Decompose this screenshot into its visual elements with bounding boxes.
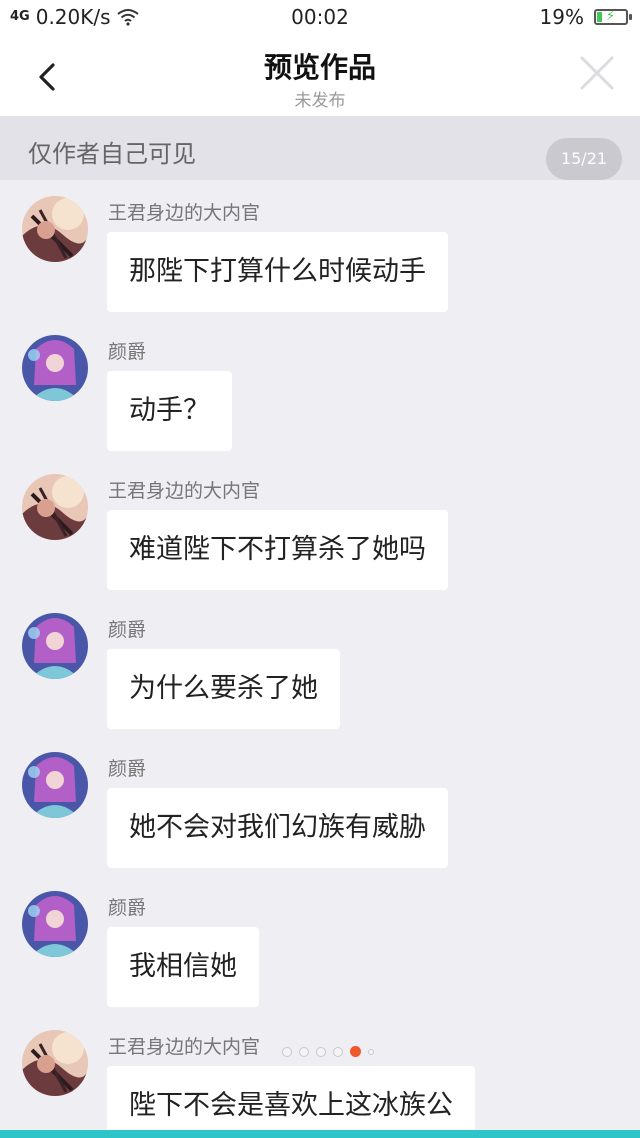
charging-icon: ⚡	[606, 9, 616, 24]
chat-message: 王君身边的大内官陛下不会是喜欢上这冰族公	[0, 1014, 640, 1138]
sender-name: 王君身边的大内官	[108, 202, 261, 224]
chat-message: 王君身边的大内官那陛下打算什么时候动手	[0, 180, 640, 319]
status-bar: 4G 0.20K/s 00:02 19% ⚡	[0, 0, 640, 34]
page-dot	[350, 1046, 361, 1057]
avatar[interactable]	[22, 196, 88, 262]
avatar[interactable]	[22, 891, 88, 957]
sender-name: 颜爵	[108, 897, 147, 919]
status-right: 19% ⚡	[539, 5, 632, 29]
close-button[interactable]	[576, 52, 618, 94]
page-dot	[316, 1046, 326, 1057]
message-bubble[interactable]: 陛下不会是喜欢上这冰族公	[107, 1066, 475, 1138]
chat-list[interactable]: 王君身边的大内官 那陛下打算什么时候动手 颜爵 动手？ 王君身边的大内官 难道陛下不打算杀…	[0, 180, 640, 1138]
page-dot	[282, 1046, 292, 1057]
visibility-notice: 仅作者自己可见 15/21	[0, 116, 640, 180]
sender-name: 王君身边的大内官	[108, 1036, 261, 1058]
message-bubble[interactable]: 那陛下打算什么时候动手	[107, 232, 448, 312]
page-dot	[333, 1046, 343, 1057]
avatar[interactable]	[22, 335, 88, 401]
message-bubble[interactable]: 她不会对我们幻族有威胁	[107, 788, 448, 868]
chat-message: 颜爵她不会对我们幻族有威胁	[0, 736, 640, 875]
message-bubble[interactable]: 为什么要杀了她	[107, 649, 340, 729]
sender-name: 王君身边的大内官	[108, 480, 261, 502]
message-bubble[interactable]: 动手？	[107, 371, 232, 451]
page-indicator	[282, 1046, 374, 1057]
message-bubble[interactable]: 难道陛下不打算杀了她吗	[107, 510, 448, 590]
nav-bar: 预览作品 未发布	[0, 34, 640, 116]
chat-message: 颜爵动手？	[0, 319, 640, 458]
visibility-text: 仅作者自己可见	[28, 140, 196, 168]
battery-percent: 19%	[539, 5, 584, 29]
page-dot	[368, 1048, 374, 1055]
page-dot	[299, 1046, 309, 1057]
sender-name: 颜爵	[108, 619, 147, 641]
avatar[interactable]	[22, 1030, 88, 1096]
battery-icon: ⚡	[594, 9, 632, 25]
close-icon	[580, 56, 614, 90]
page-subtitle: 未发布	[294, 91, 346, 111]
sender-name: 颜爵	[108, 341, 147, 363]
battery-level-fill	[597, 12, 602, 22]
message-bubble[interactable]: 我相信她	[107, 927, 259, 1007]
progress-counter: 15/21	[546, 138, 622, 180]
avatar[interactable]	[22, 613, 88, 679]
avatar[interactable]	[22, 474, 88, 540]
chat-message: 颜爵 为什么要杀了她	[0, 597, 640, 736]
avatar[interactable]	[22, 752, 88, 818]
page-title: 预览作品	[263, 51, 376, 84]
chat-message: 颜爵 我相信她	[0, 875, 640, 1014]
sender-name: 颜爵	[108, 758, 147, 780]
bottom-accent-bar	[0, 1130, 640, 1138]
chat-message: 王君身边的大内官难道陛下不打算杀了她吗	[0, 458, 640, 597]
